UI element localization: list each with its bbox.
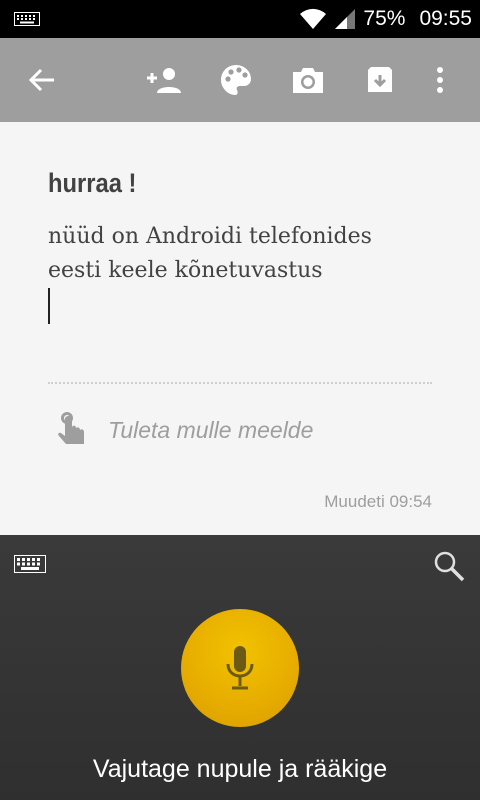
- palette-icon: [221, 65, 251, 95]
- voice-prompt: Vajutage nupule ja rääkige: [92, 755, 388, 783]
- note-title[interactable]: hurraa !: [48, 168, 136, 199]
- archive-button[interactable]: [360, 60, 400, 100]
- clock: 09:55: [419, 7, 472, 30]
- camera-button[interactable]: [288, 60, 328, 100]
- note-toolbar: [0, 38, 480, 122]
- keyboard-icon: [14, 12, 40, 26]
- note-editor: hurraa ! nüüd on Androidi telefonides ee…: [0, 122, 480, 535]
- reminder-hand-icon: [58, 412, 84, 444]
- reminder-placeholder: Tuleta mulle meelde: [108, 416, 314, 443]
- reminder-button[interactable]: Tuleta mulle meelde: [48, 410, 348, 450]
- note-body-line: nüüd on Androidi telefonides: [48, 224, 372, 249]
- wifi-icon: [300, 8, 327, 29]
- voice-input-panel: Vajutage nupule ja rääkige: [0, 535, 480, 800]
- add-person-icon: [147, 68, 181, 93]
- modified-timestamp: Muudeti 09:54: [324, 492, 432, 511]
- overflow-menu-icon: [437, 67, 443, 93]
- keyboard-icon[interactable]: [14, 555, 46, 573]
- divider: [48, 382, 432, 384]
- add-collaborator-button[interactable]: [144, 60, 184, 100]
- signal-icon: [335, 9, 356, 29]
- battery-percentage: 75%: [363, 7, 406, 30]
- note-body[interactable]: nüüd on Androidi telefonides eesti keele…: [48, 220, 438, 288]
- status-bar: 75% 09:55: [0, 0, 480, 38]
- back-button[interactable]: [22, 60, 62, 100]
- camera-icon: [293, 68, 323, 93]
- note-body-line: eesti keele kõnetuvastus: [48, 258, 323, 283]
- search-icon[interactable]: [432, 549, 466, 583]
- archive-icon: [368, 67, 392, 92]
- back-arrow-icon: [28, 68, 54, 92]
- overflow-menu-button[interactable]: [420, 60, 460, 100]
- text-cursor: [48, 288, 50, 324]
- color-button[interactable]: [216, 60, 256, 100]
- microphone-icon: [226, 646, 254, 690]
- microphone-button[interactable]: [181, 609, 299, 727]
